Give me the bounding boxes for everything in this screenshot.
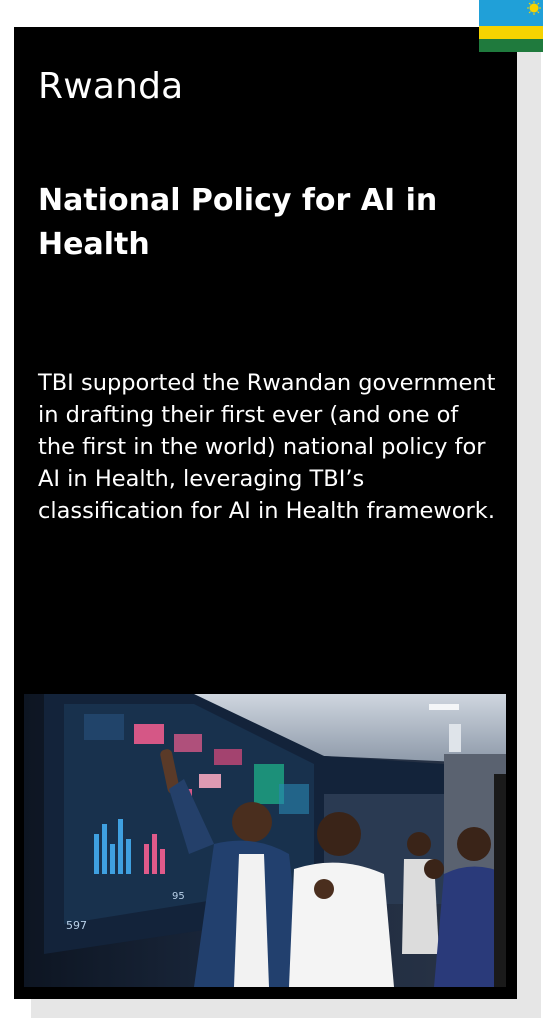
policy-title: National Policy for AI in Health	[38, 183, 438, 262]
case-study-card: Rwanda National Policy for AI in Health …	[14, 27, 517, 999]
rwanda-flag-icon	[479, 0, 543, 52]
control-room-photo: 597 95	[24, 694, 506, 987]
photo-illustration: 597 95	[24, 694, 506, 987]
description-text: TBI supported the Rwandan government in …	[38, 370, 496, 524]
flag-sun-icon	[529, 3, 539, 13]
country-title: Rwanda	[38, 66, 184, 107]
slide-canvas: Rwanda National Policy for AI in Health …	[0, 0, 543, 1018]
photo-number-597: 597	[66, 919, 87, 932]
photo-number-95: 95	[172, 891, 185, 902]
